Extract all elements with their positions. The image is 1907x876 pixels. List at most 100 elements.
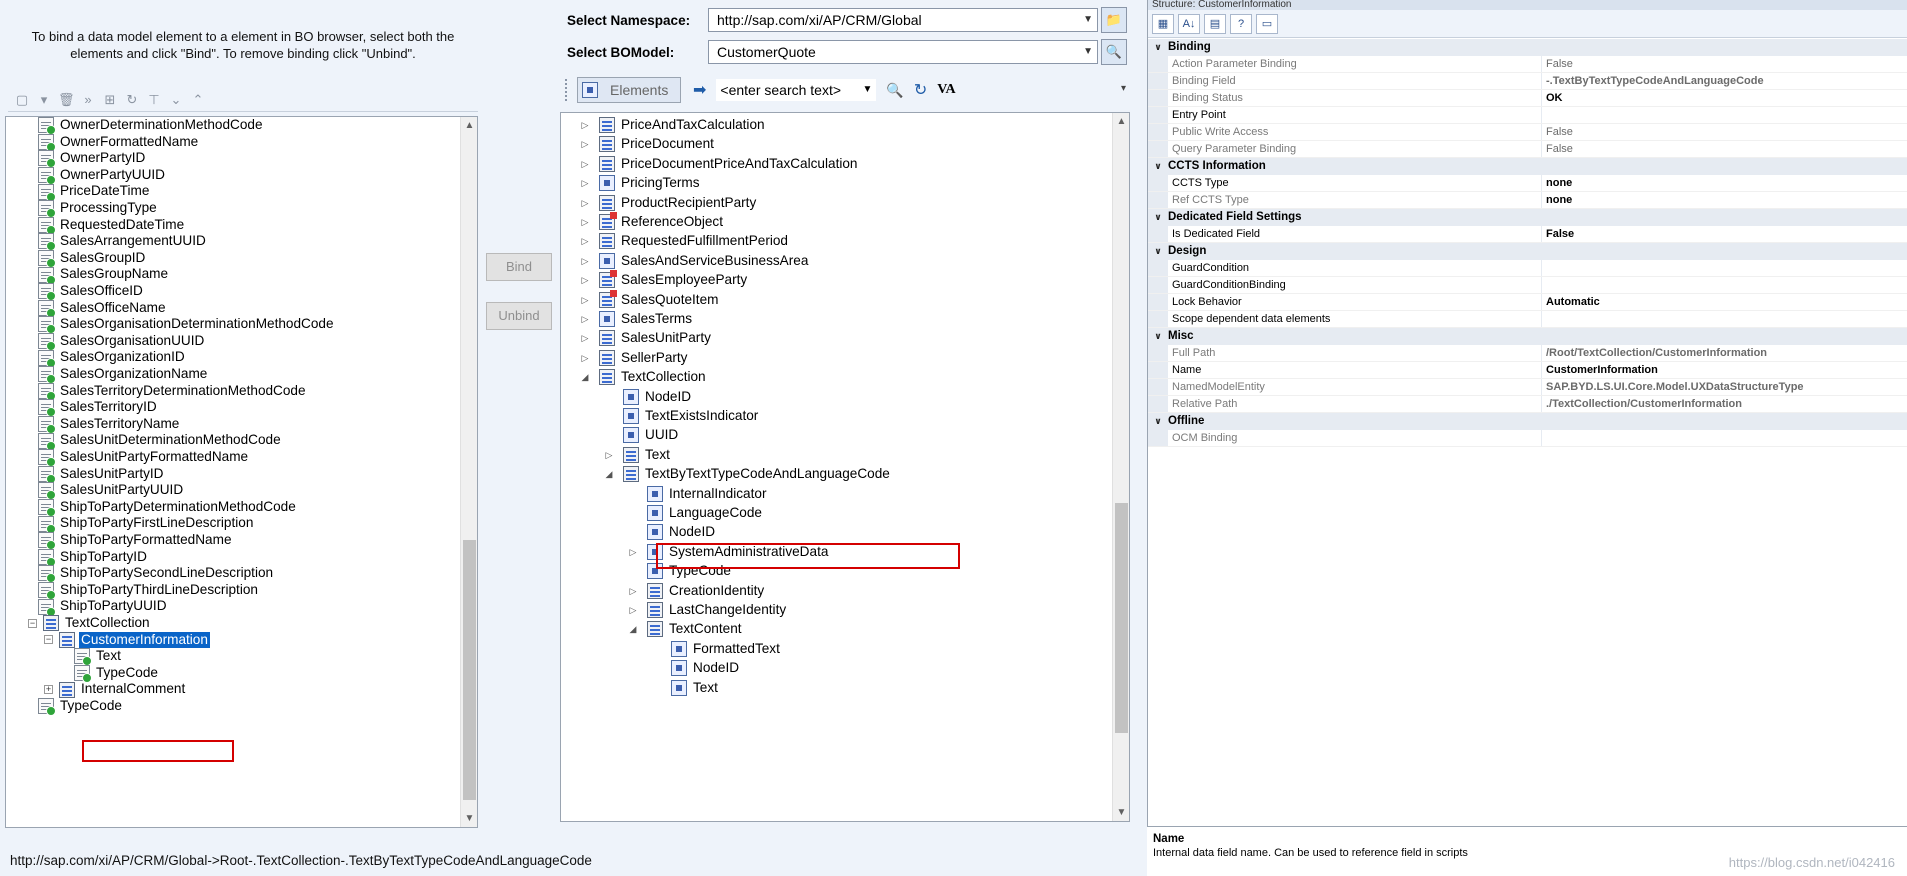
property-row[interactable]: CCTS Type none xyxy=(1148,175,1907,192)
bo-browser-item[interactable]: ▷ SalesAndServiceBusinessArea xyxy=(579,251,810,271)
data-model-item[interactable]: SalesOrganisationUUID xyxy=(38,333,206,352)
property-category[interactable]: ∨ CCTS Information xyxy=(1148,158,1907,175)
bo-browser-item[interactable]: ▷ SalesUnitParty xyxy=(579,328,713,348)
data-model-item[interactable]: ShipToPartySecondLineDescription xyxy=(38,565,275,584)
property-row[interactable]: GuardConditionBinding xyxy=(1148,277,1907,294)
data-model-item[interactable]: SalesUnitPartyID xyxy=(38,466,166,484)
expand-icon[interactable]: ▷ xyxy=(579,212,591,232)
data-model-item[interactable]: SalesTerritoryID xyxy=(38,399,159,418)
bo-browser-item[interactable]: TypeCode xyxy=(647,561,733,581)
data-model-item[interactable]: ShipToPartyUUID xyxy=(38,598,169,617)
scroll-up-icon[interactable]: ▲ xyxy=(461,117,477,134)
property-row[interactable]: Query Parameter Binding False xyxy=(1148,141,1907,158)
add-structure-icon[interactable]: ⊞ xyxy=(102,92,118,108)
data-model-item[interactable]: ShipToPartyID xyxy=(38,549,149,567)
property-row[interactable]: Ref CCTS Type none xyxy=(1148,192,1907,209)
data-model-item[interactable]: SalesTerritoryName xyxy=(38,416,181,435)
expand-icon[interactable]: ▷ xyxy=(579,290,591,310)
data-model-item[interactable]: ProcessingType xyxy=(38,200,159,219)
bo-browser-item[interactable]: TextExistsIndicator xyxy=(623,406,760,426)
data-model-item[interactable]: SalesOrganizationID xyxy=(38,349,187,368)
data-model-item[interactable]: TypeCode xyxy=(38,698,124,717)
data-model-item[interactable]: SalesUnitDeterminationMethodCode xyxy=(38,432,283,451)
property-row[interactable]: Full Path/Root/TextCollection/CustomerIn… xyxy=(1148,345,1907,362)
data-model-item[interactable]: ShipToPartyFirstLineDescription xyxy=(38,515,255,534)
property-value[interactable] xyxy=(1542,311,1907,327)
property-row[interactable]: Lock Behavior Automatic xyxy=(1148,294,1907,311)
refresh-icon[interactable]: ↻ xyxy=(124,92,140,108)
property-category[interactable]: ∨ Offline xyxy=(1148,413,1907,430)
bo-browser-item[interactable]: InternalIndicator xyxy=(647,484,768,504)
expand-icon[interactable]: ▷ xyxy=(627,542,639,562)
expand-icon[interactable]: ▷ xyxy=(579,193,591,213)
expand-icon[interactable]: + xyxy=(44,685,53,695)
bo-browser-item[interactable]: NodeID xyxy=(671,658,741,678)
data-model-item[interactable]: SalesGroupID xyxy=(38,250,147,269)
property-row[interactable]: Scope dependent data elements xyxy=(1148,311,1907,328)
collapse-icon[interactable]: ◢ xyxy=(579,367,591,387)
va-button[interactable]: VA xyxy=(937,82,955,98)
property-value[interactable]: ./TextCollection/CustomerInformation xyxy=(1542,396,1907,412)
property-value[interactable] xyxy=(1542,277,1907,293)
collapse-icon[interactable]: ∨ xyxy=(1148,413,1168,430)
data-model-item[interactable]: SalesGroupName xyxy=(38,266,170,285)
collapse-icon[interactable]: ◢ xyxy=(627,619,639,639)
search-bomodel-icon[interactable]: 🔍 xyxy=(1101,39,1127,65)
property-row[interactable]: Name CustomerInformation xyxy=(1148,362,1907,379)
property-grid[interactable]: ∨ Binding Action Parameter Binding False Bin… xyxy=(1148,39,1907,447)
property-value[interactable]: CustomerInformation xyxy=(1542,362,1907,378)
search-icon[interactable]: 🔍 xyxy=(886,82,903,99)
bomodel-select[interactable]: CustomerQuote ▼ xyxy=(708,40,1098,64)
property-row[interactable]: Relative Path ./TextCollection/CustomerIn… xyxy=(1148,396,1907,413)
property-category[interactable]: ∨ Dedicated Field Settings xyxy=(1148,209,1907,226)
refresh-icon[interactable]: ↻ xyxy=(914,80,927,100)
bo-browser-item[interactable]: ▷ SystemAdministrativeData xyxy=(627,542,830,562)
sort-alpha-icon[interactable]: A↓ xyxy=(1178,13,1200,34)
property-row[interactable]: Entry Point xyxy=(1148,107,1907,124)
properties-icon[interactable]: ▤ xyxy=(1204,13,1226,34)
property-value[interactable]: False xyxy=(1542,141,1907,157)
property-row[interactable]: OCM Binding xyxy=(1148,430,1907,447)
expand-icon[interactable]: ▷ xyxy=(579,173,591,193)
expand-icon[interactable]: ▷ xyxy=(579,134,591,154)
categorized-icon[interactable]: ▦ xyxy=(1152,13,1174,34)
property-category[interactable]: ∨ Misc xyxy=(1148,328,1907,345)
property-row[interactable]: Action Parameter Binding False xyxy=(1148,56,1907,73)
property-row[interactable]: Is Dedicated Field False xyxy=(1148,226,1907,243)
bo-browser-item[interactable]: LanguageCode xyxy=(647,503,764,523)
property-pages-icon[interactable]: ▭ xyxy=(1256,13,1278,34)
data-model-item[interactable]: SalesOfficeName xyxy=(38,300,168,318)
hierarchy-icon[interactable]: ⊤ xyxy=(146,92,162,108)
data-model-item[interactable]: SalesOrganizationName xyxy=(38,366,209,385)
bo-browser-item[interactable]: ▷ SalesTerms xyxy=(579,309,694,329)
property-value[interactable] xyxy=(1542,260,1907,276)
data-model-scrollbar[interactable]: ▲ ▼ xyxy=(460,117,477,827)
data-model-tree[interactable]: OwnerDeterminationMethodCode OwnerFormatt… xyxy=(5,116,478,828)
property-row[interactable]: Binding Status OK xyxy=(1148,90,1907,107)
delete-icon[interactable]: 🗑 xyxy=(58,92,75,108)
expand-icon[interactable]: ▷ xyxy=(579,309,591,329)
expand-icon[interactable]: ▷ xyxy=(579,328,591,348)
property-value[interactable]: /Root/TextCollection/CustomerInformation xyxy=(1542,345,1907,361)
data-model-item[interactable]: SalesOfficeID xyxy=(38,283,145,302)
property-row[interactable]: GuardCondition xyxy=(1148,260,1907,277)
data-model-item[interactable]: SalesArrangementUUID xyxy=(38,233,208,252)
property-value[interactable] xyxy=(1542,430,1907,446)
expand-icon[interactable]: ▷ xyxy=(627,600,639,620)
collapse-icon[interactable]: ∨ xyxy=(1148,39,1168,56)
data-model-item[interactable]: TypeCode xyxy=(74,665,160,684)
data-model-item[interactable]: SalesUnitPartyUUID xyxy=(38,482,185,501)
bo-browser-item[interactable]: Text xyxy=(671,678,720,698)
data-model-item[interactable]: ShipToPartyDeterminationMethodCode xyxy=(38,499,298,518)
data-model-item[interactable]: OwnerPartyUUID xyxy=(38,167,167,186)
bo-browser-item[interactable]: ▷ PricingTerms xyxy=(579,173,702,193)
bo-browser-item[interactable]: ▷ SalesQuoteItem xyxy=(579,289,720,310)
collapse-all-icon[interactable]: ⌃ xyxy=(190,92,206,108)
bo-browser-item[interactable]: ▷ PriceAndTaxCalculation xyxy=(579,115,767,135)
property-value[interactable]: False xyxy=(1542,124,1907,140)
collapse-icon[interactable]: − xyxy=(44,635,53,645)
unbind-button[interactable]: Unbind xyxy=(486,302,552,330)
expand-icon[interactable]: ▷ xyxy=(579,251,591,271)
expand-icon[interactable]: ▷ xyxy=(579,348,591,368)
bo-browser-item[interactable]: ▷ SellerParty xyxy=(579,348,689,368)
